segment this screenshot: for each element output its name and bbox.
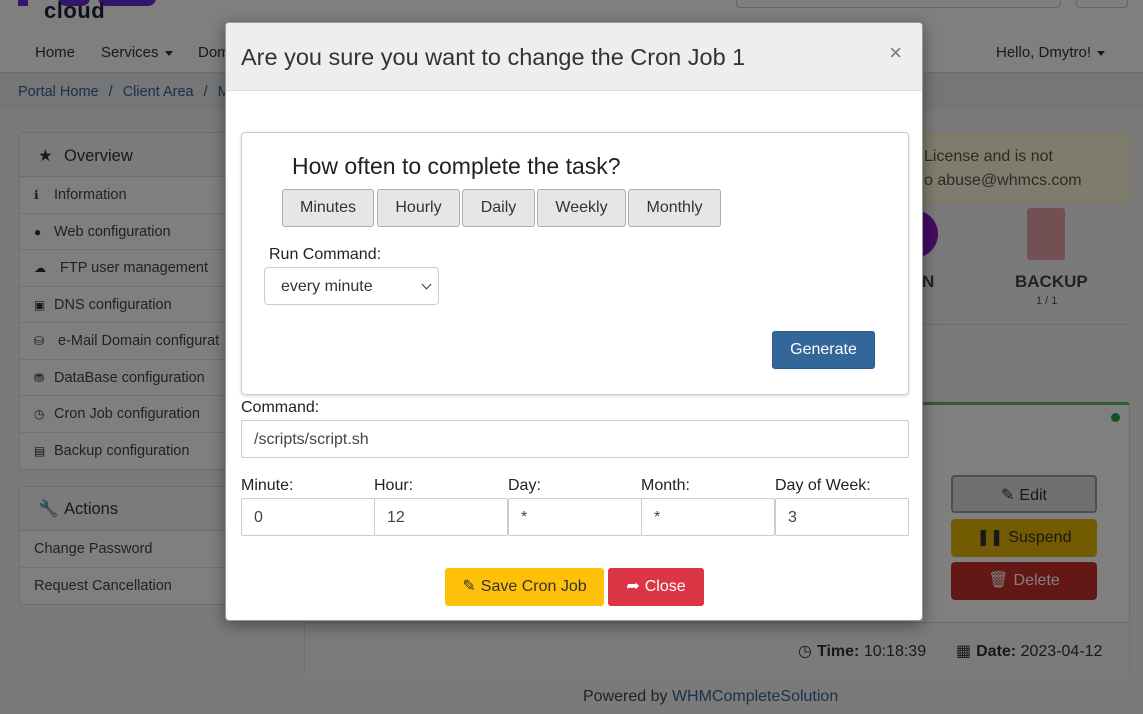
close-button[interactable]: ➦ Close — [608, 568, 704, 606]
freq-monthly-button[interactable]: Monthly — [628, 189, 721, 227]
close-label: Close — [644, 578, 686, 595]
run-command-value: every minute — [281, 278, 373, 295]
day-label: Day: — [508, 477, 541, 494]
freq-hourly-button[interactable]: Hourly — [377, 189, 460, 227]
day-of-week-input[interactable]: 3 — [775, 498, 909, 536]
pencil-icon: ✎ — [462, 578, 476, 595]
change-cron-modal: Are you sure you want to change the Cron… — [225, 22, 923, 621]
frequency-panel: How often to complete the task? Minutes … — [241, 132, 909, 395]
save-label: Save Cron Job — [480, 578, 587, 595]
freq-weekly-button[interactable]: Weekly — [537, 189, 626, 227]
freq-minutes-button[interactable]: Minutes — [282, 189, 374, 227]
minute-label: Minute: — [241, 477, 294, 494]
share-arrow-icon: ➦ — [626, 578, 640, 595]
day-input[interactable]: * — [508, 498, 642, 536]
hour-label: Hour: — [374, 477, 414, 494]
hour-input[interactable]: 12 — [374, 498, 508, 536]
command-input[interactable]: /scripts/script.sh — [241, 420, 909, 458]
frequency-title: How often to complete the task? — [292, 153, 621, 179]
run-command-label: Run Command: — [269, 246, 382, 263]
minute-input[interactable]: 0 — [241, 498, 375, 536]
month-label: Month: — [641, 477, 690, 494]
save-cron-job-button[interactable]: ✎ Save Cron Job — [445, 568, 604, 606]
generate-button[interactable]: Generate — [772, 331, 875, 369]
day-of-week-label: Day of Week: — [775, 477, 871, 494]
modal-title: Are you sure you want to change the Cron… — [241, 44, 746, 70]
close-icon[interactable]: × — [889, 40, 902, 66]
run-command-select[interactable]: every minute — [264, 267, 439, 305]
freq-daily-button[interactable]: Daily — [462, 189, 535, 227]
command-label: Command: — [241, 399, 320, 416]
month-input[interactable]: * — [641, 498, 775, 536]
chevron-down-icon — [421, 279, 432, 290]
modal-header: Are you sure you want to change the Cron… — [226, 23, 922, 91]
